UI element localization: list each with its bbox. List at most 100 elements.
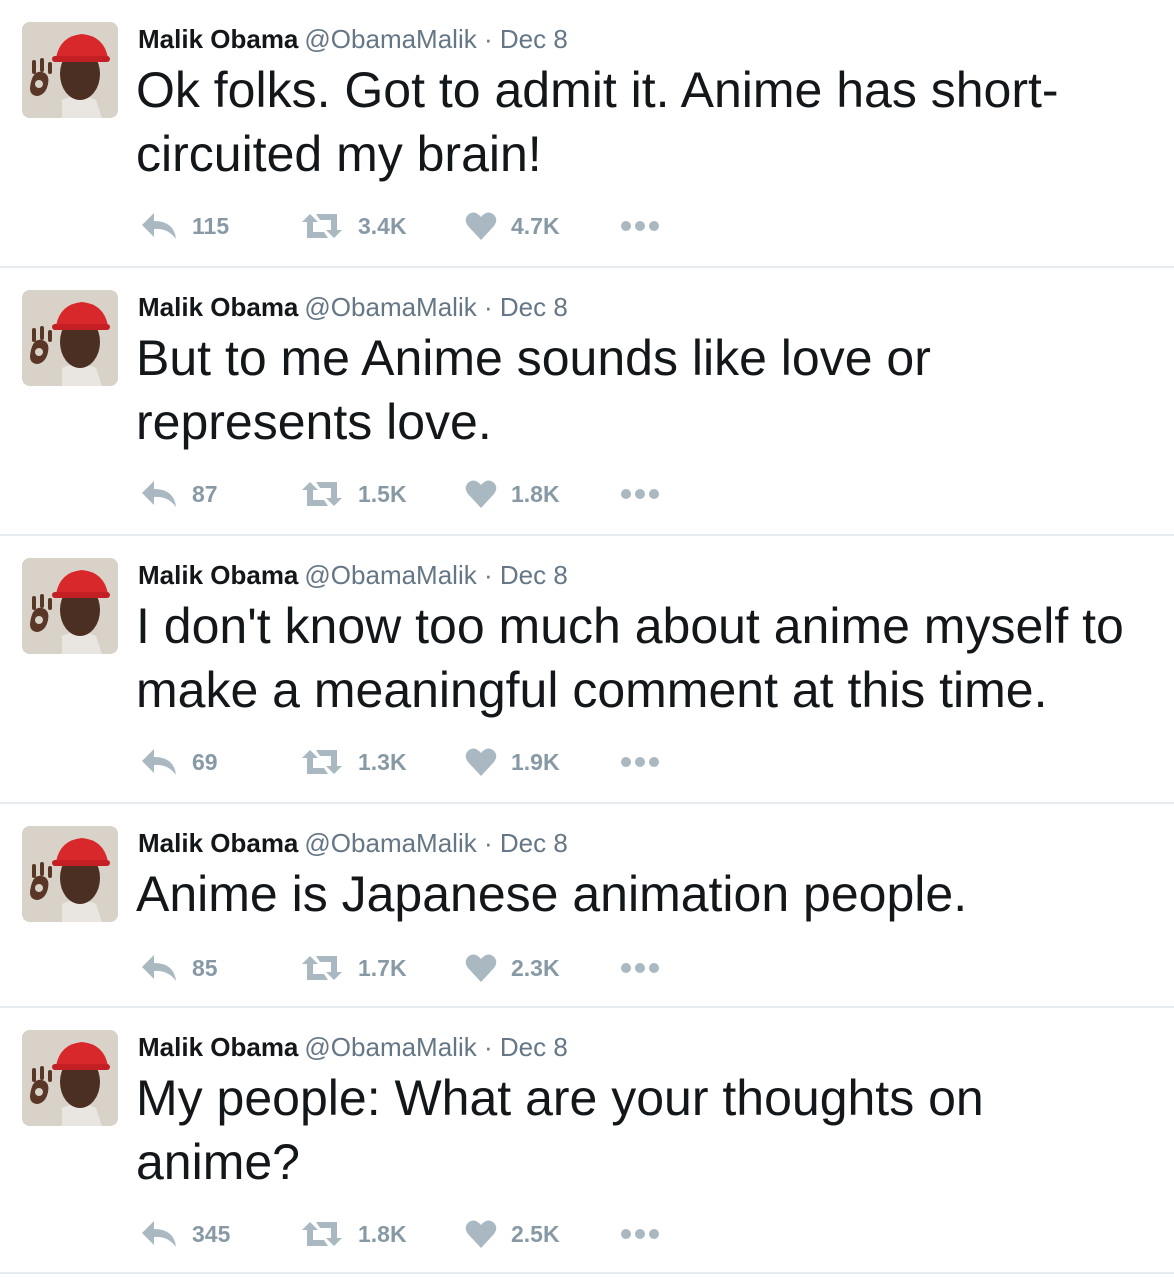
- author-handle[interactable]: @ObamaMalik: [304, 1032, 476, 1062]
- retweet-icon: [302, 956, 342, 980]
- like-count: 2.5K: [511, 1220, 560, 1247]
- tweet[interactable]: Malik Obama @ObamaMalik · Dec 8 Anime is …: [0, 804, 1174, 1008]
- reply-button[interactable]: 85: [140, 950, 218, 986]
- author-name[interactable]: Malik Obama: [138, 292, 298, 322]
- header-separator: ·: [483, 560, 493, 590]
- author-name[interactable]: Malik Obama: [138, 1032, 298, 1062]
- tweet-text: Ok folks. Got to admit it. Anime has sho…: [136, 62, 1059, 182]
- retweet-count: 1.5K: [358, 480, 407, 507]
- like-button[interactable]: 2.3K: [465, 950, 560, 986]
- avatar-photo-icon: [22, 22, 118, 118]
- more-options-button[interactable]: [620, 1216, 660, 1252]
- author-handle[interactable]: @ObamaMalik: [304, 828, 476, 858]
- like-count: 2.3K: [511, 954, 560, 981]
- heart-icon: [465, 954, 497, 982]
- tweet-text: But to me Anime sounds like love or repr…: [136, 330, 931, 450]
- reply-count: 69: [192, 748, 218, 775]
- tweet-date[interactable]: Dec 8: [500, 560, 568, 590]
- retweet-icon: [302, 1222, 342, 1246]
- more-options-button[interactable]: [620, 950, 660, 986]
- reply-arrow-icon: [142, 955, 176, 981]
- retweet-count: 1.3K: [358, 748, 407, 775]
- tweet-text: My people: What are your thoughts on ani…: [136, 1070, 984, 1190]
- tweet-text: I don't know too much about anime myself…: [136, 598, 1124, 718]
- more-dots-icon: [621, 1229, 659, 1239]
- like-count: 4.7K: [511, 212, 560, 239]
- retweet-button[interactable]: 1.3K: [300, 744, 407, 780]
- author-name[interactable]: Malik Obama: [138, 560, 298, 590]
- heart-icon: [465, 1220, 497, 1248]
- more-options-button[interactable]: [620, 476, 660, 512]
- like-button[interactable]: 4.7K: [465, 208, 560, 244]
- heart-icon: [465, 748, 497, 776]
- retweet-icon: [302, 482, 342, 506]
- tweet-header: Malik Obama @ObamaMalik · Dec 8: [138, 290, 568, 324]
- author-handle[interactable]: @ObamaMalik: [304, 560, 476, 590]
- reply-arrow-icon: [142, 481, 176, 507]
- avatar-photo-icon: [22, 558, 118, 654]
- like-button[interactable]: 2.5K: [465, 1216, 560, 1252]
- tweet-header: Malik Obama @ObamaMalik · Dec 8: [138, 22, 568, 56]
- retweet-count: 1.7K: [358, 954, 407, 981]
- tweet[interactable]: Malik Obama @ObamaMalik · Dec 8 I don't k…: [0, 536, 1174, 804]
- retweet-button[interactable]: 1.5K: [300, 476, 407, 512]
- retweet-button[interactable]: 3.4K: [300, 208, 407, 244]
- more-dots-icon: [621, 757, 659, 767]
- more-options-button[interactable]: [620, 744, 660, 780]
- reply-count: 115: [192, 212, 230, 239]
- retweet-icon: [302, 214, 342, 238]
- reply-button[interactable]: 87: [140, 476, 218, 512]
- retweet-button[interactable]: 1.8K: [300, 1216, 407, 1252]
- reply-count: 345: [192, 1220, 231, 1247]
- tweet-header: Malik Obama @ObamaMalik · Dec 8: [138, 558, 568, 592]
- retweet-count: 3.4K: [358, 212, 407, 239]
- reply-arrow-icon: [142, 749, 176, 775]
- reply-count: 85: [192, 954, 218, 981]
- header-separator: ·: [483, 828, 493, 858]
- more-options-button[interactable]: [620, 208, 660, 244]
- like-button[interactable]: 1.8K: [465, 476, 560, 512]
- reply-count: 87: [192, 480, 218, 507]
- tweet-timeline: Malik Obama @ObamaMalik · Dec 8 Ok folks.…: [0, 0, 1174, 1274]
- tweet-date[interactable]: Dec 8: [500, 828, 568, 858]
- avatar[interactable]: [22, 558, 118, 654]
- avatar-photo-icon: [22, 826, 118, 922]
- more-dots-icon: [621, 221, 659, 231]
- tweet[interactable]: Malik Obama @ObamaMalik · Dec 8 My people…: [0, 1008, 1174, 1274]
- avatar[interactable]: [22, 826, 118, 922]
- heart-icon: [465, 212, 497, 240]
- tweet-text: Anime is Japanese animation people.: [136, 866, 968, 922]
- tweet-date[interactable]: Dec 8: [500, 1032, 568, 1062]
- avatar[interactable]: [22, 1030, 118, 1126]
- like-button[interactable]: 1.9K: [465, 744, 560, 780]
- author-name[interactable]: Malik Obama: [138, 828, 298, 858]
- tweet-date[interactable]: Dec 8: [500, 292, 568, 322]
- tweet-date[interactable]: Dec 8: [500, 24, 568, 54]
- more-dots-icon: [621, 963, 659, 973]
- reply-arrow-icon: [142, 213, 176, 239]
- avatar-photo-icon: [22, 290, 118, 386]
- retweet-button[interactable]: 1.7K: [300, 950, 407, 986]
- reply-arrow-icon: [142, 1221, 176, 1247]
- author-handle[interactable]: @ObamaMalik: [304, 292, 476, 322]
- heart-icon: [465, 480, 497, 508]
- avatar[interactable]: [22, 290, 118, 386]
- author-name[interactable]: Malik Obama: [138, 24, 298, 54]
- avatar-photo-icon: [22, 1030, 118, 1126]
- tweet-header: Malik Obama @ObamaMalik · Dec 8: [138, 1030, 568, 1064]
- header-separator: ·: [483, 292, 493, 322]
- header-separator: ·: [483, 24, 493, 54]
- author-handle[interactable]: @ObamaMalik: [304, 24, 476, 54]
- like-count: 1.8K: [511, 480, 560, 507]
- like-count: 1.9K: [511, 748, 560, 775]
- tweet[interactable]: Malik Obama @ObamaMalik · Dec 8 But to me…: [0, 268, 1174, 536]
- reply-button[interactable]: 115: [140, 208, 229, 244]
- tweet[interactable]: Malik Obama @ObamaMalik · Dec 8 Ok folks.…: [0, 0, 1174, 268]
- reply-button[interactable]: 345: [140, 1216, 230, 1252]
- header-separator: ·: [483, 1032, 493, 1062]
- more-dots-icon: [621, 489, 659, 499]
- retweet-icon: [302, 750, 342, 774]
- reply-button[interactable]: 69: [140, 744, 218, 780]
- avatar[interactable]: [22, 22, 118, 118]
- retweet-count: 1.8K: [358, 1220, 407, 1247]
